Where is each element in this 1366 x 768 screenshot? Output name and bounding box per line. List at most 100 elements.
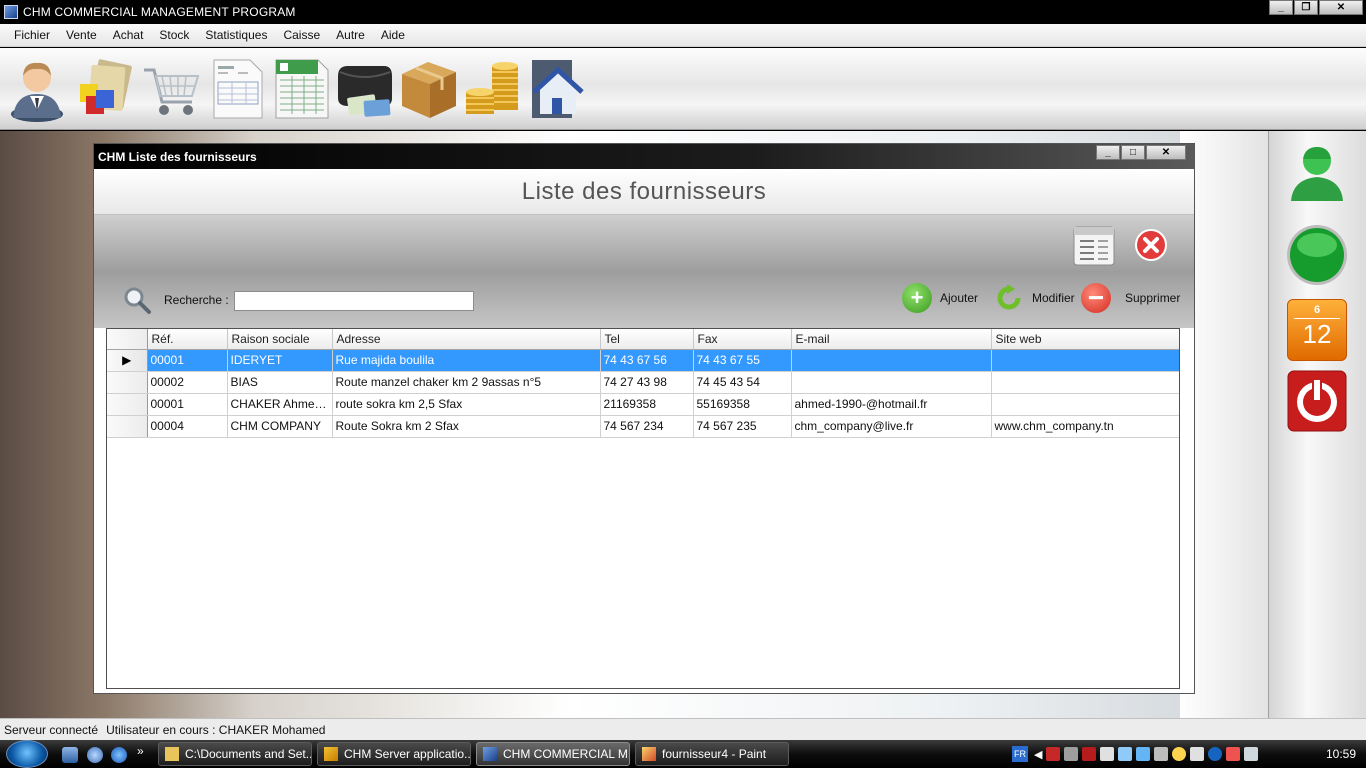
table-row[interactable]: 00004 CHM COMPANY Route Sokra km 2 Sfax …	[107, 415, 1179, 438]
column-header-adresse[interactable]: Adresse	[332, 329, 601, 350]
taskbar-item-explorer[interactable]: C:\Documents and Set...	[158, 742, 312, 766]
cell-email[interactable]	[791, 349, 992, 372]
menu-stock[interactable]: Stock	[151, 28, 197, 42]
cell-fax[interactable]: 55169358	[693, 393, 792, 416]
network-icon[interactable]	[1118, 747, 1133, 761]
child-maximize-button[interactable]: □	[1121, 145, 1145, 160]
cell-ref[interactable]: 00001	[147, 393, 228, 416]
tray-expand-icon[interactable]: ◀	[1034, 748, 1042, 761]
cell-tel[interactable]: 21169358	[600, 393, 694, 416]
box-icon[interactable]	[398, 56, 460, 122]
taskbar-item-paint[interactable]: fournisseur4 - Paint	[635, 742, 789, 766]
menu-caisse[interactable]: Caisse	[275, 28, 328, 42]
user-icon[interactable]	[6, 56, 68, 122]
start-button[interactable]	[6, 740, 48, 768]
language-indicator[interactable]: FR	[1012, 746, 1028, 762]
cell-site-web[interactable]: www.chm_company.tn	[991, 415, 1179, 438]
update-icon[interactable]	[1190, 747, 1205, 761]
cell-ref[interactable]: 00001	[147, 349, 228, 372]
cell-adresse[interactable]: Route manzel chaker km 2 9assas n°5	[332, 371, 601, 394]
cell-ref[interactable]: 00004	[147, 415, 228, 438]
products-icon[interactable]	[72, 56, 134, 122]
column-header-raison-sociale[interactable]: Raison sociale	[227, 329, 333, 350]
messenger-icon[interactable]	[1172, 747, 1187, 761]
cell-raison-sociale[interactable]: IDERYET	[227, 349, 333, 372]
status-globe-icon[interactable]	[1285, 223, 1349, 287]
security-shield-icon[interactable]	[1064, 747, 1079, 761]
table-row[interactable]: 00002 BIAS Route manzel chaker km 2 9ass…	[107, 371, 1179, 394]
cart-icon[interactable]	[140, 56, 202, 122]
internet-explorer-icon[interactable]	[111, 747, 127, 763]
delete-button[interactable]: − Supprimer	[1081, 283, 1180, 313]
network-alert-icon[interactable]	[1082, 747, 1097, 761]
cell-adresse[interactable]: Rue majida boulila	[332, 349, 601, 372]
wallet-icon[interactable]	[334, 56, 396, 122]
restore-button[interactable]: ❐	[1294, 0, 1318, 15]
bluetooth-icon[interactable]	[1208, 747, 1223, 761]
cell-fax[interactable]: 74 567 235	[693, 415, 792, 438]
column-header-ref[interactable]: Réf.	[147, 329, 228, 350]
add-button[interactable]: + Ajouter	[902, 283, 978, 313]
clock[interactable]: 10:59	[1326, 747, 1356, 761]
display-icon[interactable]	[1136, 747, 1151, 761]
cell-email[interactable]	[791, 371, 992, 394]
calendar-icon[interactable]: 6 12	[1287, 299, 1347, 361]
cell-tel[interactable]: 74 567 234	[600, 415, 694, 438]
cell-fax[interactable]: 74 43 67 55	[693, 349, 792, 372]
child-close-button[interactable]: ✕	[1146, 145, 1186, 160]
close-button[interactable]: ✕	[1319, 0, 1363, 15]
menu-fichier[interactable]: Fichier	[6, 28, 58, 42]
print-list-icon[interactable]	[1072, 225, 1116, 267]
spreadsheet-icon[interactable]	[270, 56, 332, 122]
child-minimize-button[interactable]: _	[1096, 145, 1120, 160]
taskbar-item-server[interactable]: CHM Server applicatio...	[317, 742, 471, 766]
cell-email[interactable]: ahmed-1990-@hotmail.fr	[791, 393, 992, 416]
menu-aide[interactable]: Aide	[373, 28, 413, 42]
volume-icon[interactable]	[1244, 747, 1259, 761]
show-desktop-icon[interactable]	[62, 747, 78, 763]
cell-site-web[interactable]	[991, 393, 1179, 416]
menu-autre[interactable]: Autre	[328, 28, 373, 42]
column-header-fax[interactable]: Fax	[693, 329, 792, 350]
modify-button[interactable]: Modifier	[994, 283, 1075, 313]
invoice-icon[interactable]	[206, 56, 268, 122]
row-selector-current[interactable]: ▶	[107, 349, 148, 372]
online-user-icon[interactable]	[1287, 141, 1347, 203]
cell-site-web[interactable]	[991, 371, 1179, 394]
column-header-email[interactable]: E-mail	[791, 329, 992, 350]
safely-remove-icon[interactable]	[1100, 747, 1115, 761]
cell-raison-sociale[interactable]: BIAS	[227, 371, 333, 394]
coins-icon[interactable]	[462, 56, 524, 122]
column-header-site-web[interactable]: Site web	[991, 329, 1179, 350]
antivirus-icon[interactable]	[1046, 747, 1061, 761]
menu-statistiques[interactable]: Statistiques	[197, 28, 275, 42]
cell-site-web[interactable]	[991, 349, 1179, 372]
cell-tel[interactable]: 74 43 67 56	[600, 349, 694, 372]
minimize-button[interactable]: _	[1269, 0, 1293, 15]
row-selector[interactable]	[107, 415, 148, 438]
media-player-icon[interactable]	[87, 747, 103, 763]
cell-email[interactable]: chm_company@live.fr	[791, 415, 992, 438]
close-window-icon[interactable]	[1135, 229, 1167, 261]
cell-raison-sociale[interactable]: CHAKER Ahmed ...	[227, 393, 333, 416]
cell-adresse[interactable]: Route Sokra km 2 Sfax	[332, 415, 601, 438]
suppliers-grid[interactable]: Réf. Raison sociale Adresse Tel Fax E-ma…	[106, 328, 1180, 689]
cell-ref[interactable]: 00002	[147, 371, 228, 394]
battery-icon[interactable]	[1226, 747, 1241, 761]
menu-achat[interactable]: Achat	[105, 28, 152, 42]
row-selector[interactable]	[107, 371, 148, 394]
power-icon[interactable]	[1287, 370, 1347, 432]
row-selector[interactable]	[107, 393, 148, 416]
menu-vente[interactable]: Vente	[58, 28, 105, 42]
cell-fax[interactable]: 74 45 43 54	[693, 371, 792, 394]
search-input[interactable]	[234, 291, 474, 311]
column-header-tel[interactable]: Tel	[600, 329, 694, 350]
cell-tel[interactable]: 74 27 43 98	[600, 371, 694, 394]
taskbar-item-chm[interactable]: CHM COMMERCIAL M...	[476, 742, 630, 766]
quick-launch-more[interactable]: »	[137, 744, 153, 760]
cell-raison-sociale[interactable]: CHM COMPANY	[227, 415, 333, 438]
table-row[interactable]: ▶ 00001 IDERYET Rue majida boulila 74 43…	[107, 349, 1179, 372]
cell-adresse[interactable]: route sokra km 2,5 Sfax	[332, 393, 601, 416]
home-icon[interactable]	[526, 56, 588, 122]
table-row[interactable]: 00001 CHAKER Ahmed ... route sokra km 2,…	[107, 393, 1179, 416]
